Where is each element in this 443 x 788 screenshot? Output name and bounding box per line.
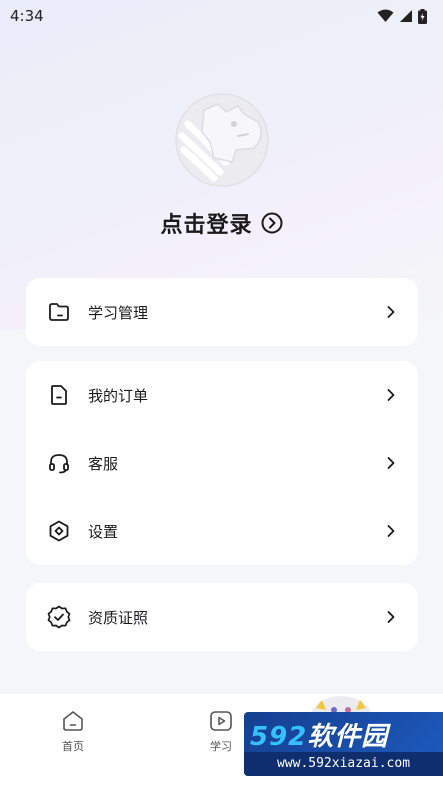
menu-item-my-orders[interactable]: 我的订单	[26, 361, 418, 429]
menu-item-label: 设置	[88, 522, 119, 541]
status-time: 4:34	[10, 7, 44, 25]
chevron-right-icon	[384, 456, 398, 470]
menu-item-qualifications[interactable]: 资质证照	[26, 583, 418, 651]
tab-study[interactable]: 学习	[208, 708, 234, 754]
headset-icon	[46, 450, 72, 476]
chevron-right-icon	[384, 610, 398, 624]
chevron-right-icon	[384, 524, 398, 538]
chevron-right-icon	[384, 305, 398, 319]
document-icon	[46, 382, 72, 408]
cellular-signal-icon	[400, 10, 412, 22]
login-prompt[interactable]: 点击登录	[0, 205, 443, 241]
home-icon	[63, 711, 83, 731]
wifi-icon	[377, 9, 394, 22]
battery-icon	[418, 8, 427, 24]
folder-icon	[46, 299, 72, 325]
menu-item-settings[interactable]: 设置	[26, 497, 418, 565]
avatar[interactable]	[174, 92, 270, 188]
menu-card-qualifications: 资质证照	[26, 583, 418, 651]
status-icons	[377, 8, 427, 24]
menu-item-label: 资质证照	[88, 608, 149, 627]
menu-item-label: 客服	[88, 454, 119, 473]
menu-item-study-management[interactable]: 学习管理	[26, 278, 418, 346]
watermark-brand: 592软件园	[250, 716, 388, 753]
watermark-brand-number: 592	[250, 722, 308, 752]
mascot-avatar-icon	[175, 93, 269, 187]
watermark-brand-text: 软件园	[307, 722, 389, 752]
menu-card-account: 我的订单 客服 设置	[26, 361, 418, 565]
chevron-right-icon	[384, 388, 398, 402]
menu-card-study: 学习管理	[26, 278, 418, 346]
circle-arrow-right-icon[interactable]	[261, 212, 283, 234]
play-icon	[210, 711, 232, 731]
tab-label: 学习	[210, 740, 232, 753]
badge-check-icon	[46, 604, 72, 630]
menu-item-label: 学习管理	[88, 303, 149, 322]
tab-home[interactable]: 首页	[60, 708, 86, 754]
settings-hex-icon	[46, 518, 72, 544]
status-bar: 4:34	[0, 0, 443, 32]
menu-item-customer-service[interactable]: 客服	[26, 429, 418, 497]
watermark-url: www.592xiazai.com	[244, 752, 443, 776]
site-watermark-logo: 592软件园 www.592xiazai.com	[244, 712, 443, 776]
tab-label: 首页	[62, 740, 84, 753]
menu-item-label: 我的订单	[88, 386, 149, 405]
login-label[interactable]: 点击登录	[160, 207, 252, 239]
